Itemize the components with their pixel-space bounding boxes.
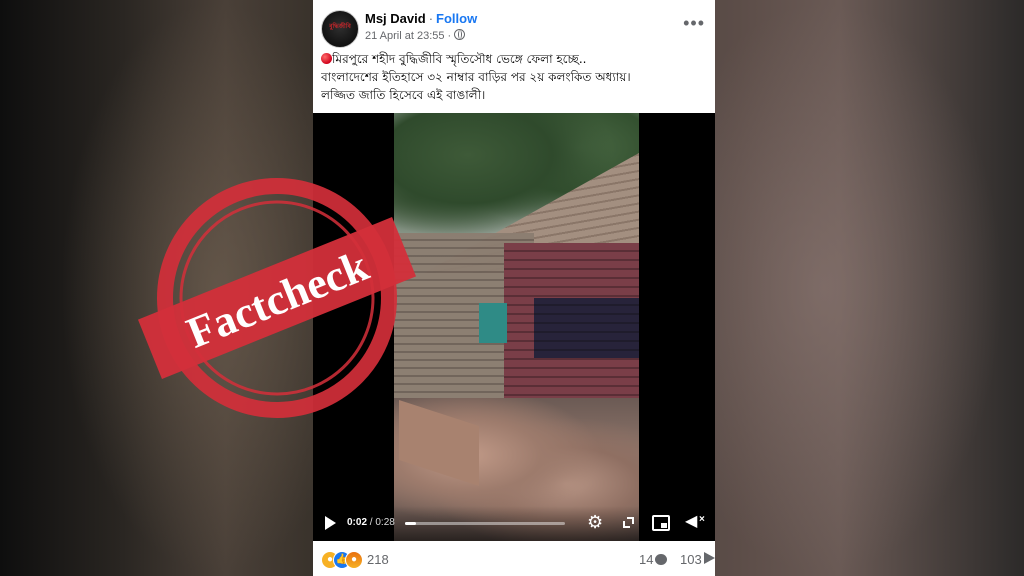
more-options-icon[interactable]: •••: [683, 14, 705, 32]
current-time: 0:02: [347, 517, 368, 528]
video-dark-wall: [534, 298, 639, 358]
factcheck-stamp: Factcheck: [137, 178, 417, 418]
follow-button[interactable]: Follow: [436, 11, 477, 26]
video-teal-patch: [479, 303, 507, 343]
gear-icon[interactable]: ⚙: [587, 512, 603, 532]
progress-fill: [405, 522, 417, 525]
fullscreen-icon[interactable]: [623, 517, 634, 528]
author-name[interactable]: Msj David: [365, 11, 426, 26]
comments-count: 14: [639, 552, 654, 567]
reactions-count[interactable]: 218: [367, 552, 389, 567]
avatar-text: বুদ্ধিজীবি: [329, 24, 351, 30]
post-date: 21 April at 23:55 ·: [365, 29, 466, 42]
post-text-line-2: বাংলাদেশের ইতিহাসে ৩২ নাম্বার বাড়ির পর …: [321, 70, 631, 84]
separator: ·: [428, 11, 434, 26]
engagement-bar: ● 👍 ● 218 14 103: [321, 550, 715, 570]
post-text-line-1: মিরপুরে শহীদ বুদ্ধিজীবি স্মৃতিসৌধ ভেঙ্গে…: [321, 50, 709, 68]
post-timestamp[interactable]: 21 April at 23:55 ·: [365, 30, 451, 42]
comment-icon: [655, 554, 668, 565]
comments[interactable]: 14: [639, 552, 668, 567]
shares-count: 103: [680, 552, 702, 567]
post-text-line-3: লজ্জিত জাতি হিসেবে এই বাঙালী।: [321, 88, 486, 102]
angry-reaction-icon[interactable]: ●: [345, 551, 363, 569]
background-blur-right: [704, 0, 1004, 576]
duration: / 0:28: [369, 517, 395, 528]
name-row: Msj David · Follow: [365, 11, 477, 26]
shares[interactable]: 103: [680, 552, 715, 567]
video-frame: [394, 113, 639, 541]
progress-bar[interactable]: [405, 522, 565, 525]
red-circle-icon: [321, 53, 332, 64]
pip-icon[interactable]: [652, 515, 670, 531]
avatar[interactable]: বুদ্ধিজীবি: [321, 10, 359, 48]
video-controls: 0:02 / 0:28 ⚙ ◀ ×: [313, 506, 715, 541]
play-icon[interactable]: [325, 516, 336, 530]
post-text-line-1-text: মিরপুরে শহীদ বুদ্ধিজীবি স্মৃতিসৌধ ভেঙ্গে…: [332, 52, 587, 66]
post-text: মিরপুরে শহীদ বুদ্ধিজীবি স্মৃতিসৌধ ভেঙ্গে…: [321, 50, 709, 104]
post-header: বুদ্ধিজীবি Msj David · Follow 21 April at …: [321, 8, 711, 48]
video-time: 0:02 / 0:28: [347, 517, 395, 528]
mute-x-icon: ×: [699, 514, 705, 525]
volume-off-icon[interactable]: ◀: [685, 512, 697, 532]
share-icon: [703, 552, 715, 564]
globe-icon: [454, 29, 466, 40]
